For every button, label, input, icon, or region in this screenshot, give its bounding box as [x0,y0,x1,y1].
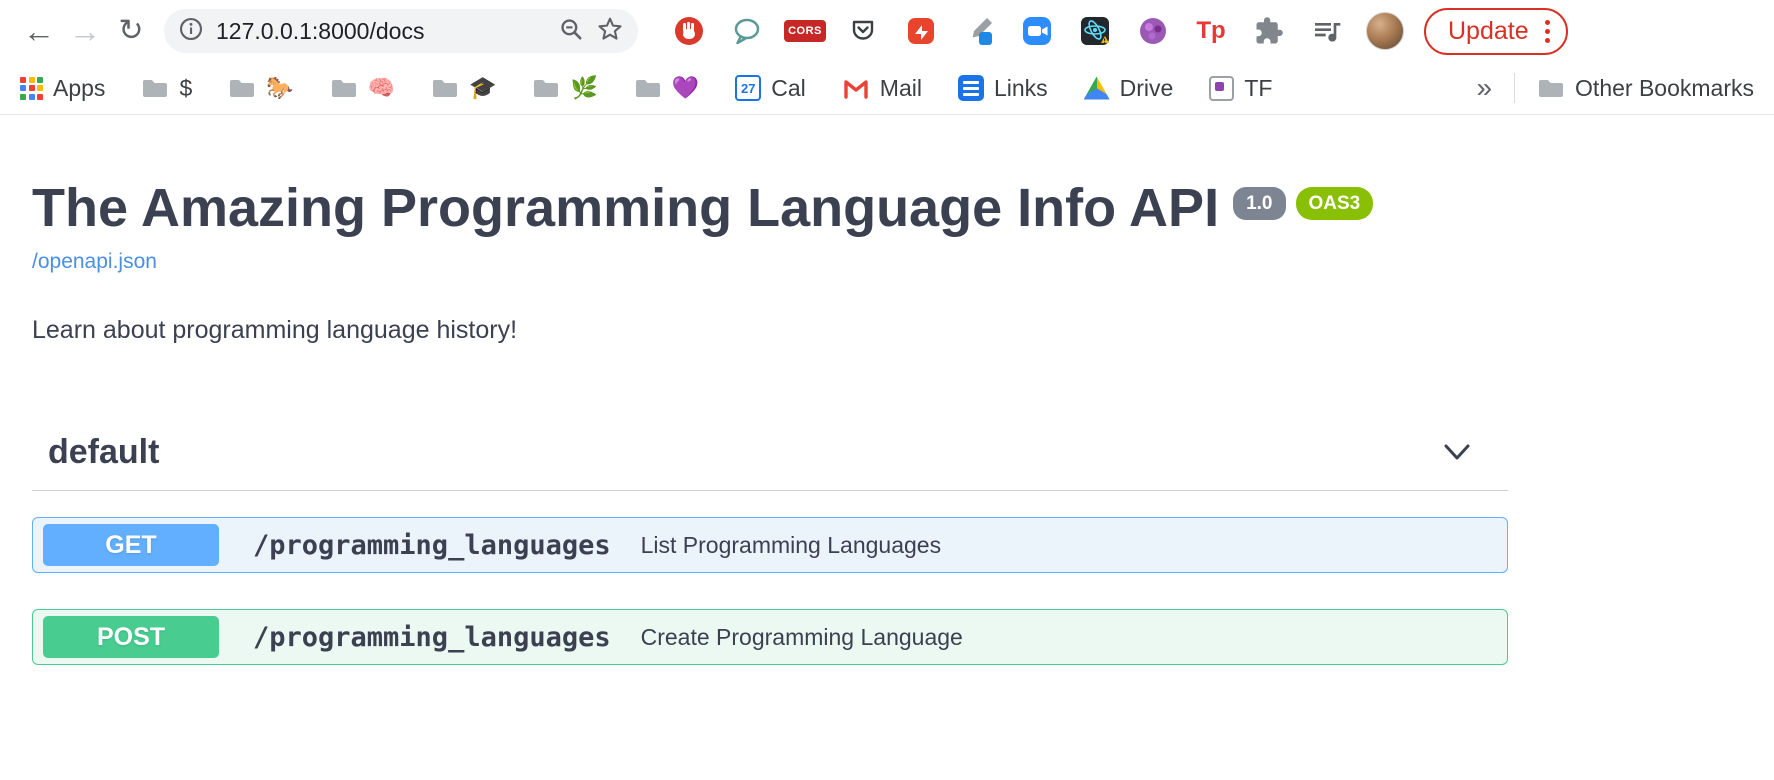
react-devtools-atom-icon[interactable] [1078,14,1112,48]
browser-menu-kebab-icon[interactable] [1545,20,1550,43]
tp-extension-label: Tp [1196,17,1225,45]
bookmark-mail[interactable]: Mail [842,75,922,102]
tp-extension-icon[interactable]: Tp [1194,14,1228,48]
reload-icon: ↻ [118,16,143,46]
folder-label: 💜 [672,77,699,99]
bookmark-folder-horse[interactable]: 🐎 [228,77,293,99]
apps-grid-icon [20,77,43,100]
forward-arrow-icon: → [69,15,101,47]
other-bookmarks-folder[interactable]: Other Bookmarks [1537,75,1754,102]
bookmarks-bar: Apps $ 🐎 🧠 🎓 🌿 💜 27 Cal Mail Links Drive [0,62,1774,115]
folder-icon [228,78,256,99]
red-arrow-extension-icon[interactable] [904,14,938,48]
folder-icon [532,78,560,99]
folder-icon [330,78,358,99]
extensions-row: CORS Tp [672,14,1344,48]
update-label: Update [1448,17,1529,46]
links-icon [958,75,984,101]
zoom-video-extension-icon[interactable] [1020,14,1054,48]
cors-extension-label: CORS [784,20,826,42]
endpoint-path: /programming_languages [253,530,611,561]
calendar-day: 27 [741,81,755,96]
cors-extension-icon[interactable]: CORS [788,14,822,48]
default-tag-section: default GET /programming_languages List … [32,433,1508,665]
color-picker-extension-icon[interactable] [962,14,996,48]
forward-button[interactable]: → [62,8,108,54]
calendar-icon: 27 [735,75,761,101]
calendar-label: Cal [771,75,806,102]
media-queue-extension-icon[interactable] [1310,14,1344,48]
api-description: Learn about programming language history… [32,316,1508,345]
apps-label: Apps [53,75,105,102]
bookmark-tf[interactable]: TF [1209,75,1272,102]
chat-bubble-extension-icon[interactable] [730,14,764,48]
oas3-badge: OAS3 [1296,187,1374,220]
folder-icon [634,78,662,99]
reload-button[interactable]: ↻ [108,8,154,54]
bookmark-folder-grad[interactable]: 🎓 [431,77,496,99]
pocket-extension-icon[interactable] [846,14,880,48]
endpoint-row-get-programming-languages[interactable]: GET /programming_languages List Programm… [32,517,1508,573]
drive-label: Drive [1120,75,1174,102]
hand-blocker-extension-icon[interactable] [672,14,706,48]
gmail-icon [842,76,870,100]
tf-label: TF [1244,75,1272,102]
purple-flower-extension-icon[interactable] [1136,14,1170,48]
zoom-indicator-icon[interactable] [558,16,584,47]
back-arrow-icon: ← [23,15,55,47]
bookmark-star-icon[interactable] [596,15,624,48]
bookmark-links[interactable]: Links [958,75,1048,102]
links-label: Links [994,75,1048,102]
bookmark-calendar[interactable]: 27 Cal [735,75,806,102]
folder-label: 🐎 [266,77,293,99]
openapi-spec-link[interactable]: /openapi.json [32,250,157,274]
bookmark-folder-heart[interactable]: 💜 [634,77,699,99]
folder-icon [431,78,459,99]
endpoint-summary: List Programming Languages [641,532,941,559]
bookmarks-right-group: » Other Bookmarks [1476,72,1754,104]
endpoint-path: /programming_languages [253,622,611,653]
address-bar[interactable]: 127.0.0.1:8000/docs [164,9,638,53]
folder-label: 🧠 [368,77,395,99]
drive-icon [1084,77,1110,100]
tf-site-icon [1209,76,1234,101]
bookmark-folder-dollar[interactable]: $ [141,75,192,102]
bookmarks-divider [1514,73,1515,103]
swagger-page: The Amazing Programming Language Info AP… [0,115,1540,665]
page-title: The Amazing Programming Language Info AP… [32,179,1219,238]
chrome-update-button[interactable]: Update [1424,8,1568,55]
bookmark-drive[interactable]: Drive [1084,75,1174,102]
post-method-badge: POST [43,616,219,658]
endpoint-row-post-programming-languages[interactable]: POST /programming_languages Create Progr… [32,609,1508,665]
folder-label: $ [179,75,192,102]
bookmark-folder-brain[interactable]: 🧠 [330,77,395,99]
other-bookmarks-label: Other Bookmarks [1575,75,1754,102]
folder-icon [141,78,169,99]
folder-label: 🎓 [469,77,496,99]
version-badge: 1.0 [1233,187,1285,220]
folder-icon [1537,78,1565,99]
collapse-chevron-icon[interactable] [1440,440,1474,466]
bookmarks-overflow-chevron[interactable]: » [1476,72,1492,104]
default-section-header[interactable]: default [32,433,1508,491]
folder-label: 🌿 [570,77,597,99]
endpoint-summary: Create Programming Language [641,624,963,651]
profile-avatar[interactable] [1366,12,1404,50]
url-text[interactable]: 127.0.0.1:8000/docs [216,18,424,45]
bookmark-folder-herb[interactable]: 🌿 [532,77,597,99]
get-method-badge: GET [43,524,219,566]
extensions-puzzle-icon[interactable] [1252,14,1286,48]
page-info-icon[interactable] [178,16,204,47]
back-button[interactable]: ← [16,8,62,54]
section-title: default [48,433,159,472]
browser-toolbar: ← → ↻ 127.0.0.1:8000/docs CORS [0,0,1774,62]
apps-shortcut[interactable]: Apps [20,75,105,102]
mail-label: Mail [880,75,922,102]
api-title-row: The Amazing Programming Language Info AP… [32,179,1508,238]
api-badges: 1.0 OAS3 [1233,187,1373,220]
